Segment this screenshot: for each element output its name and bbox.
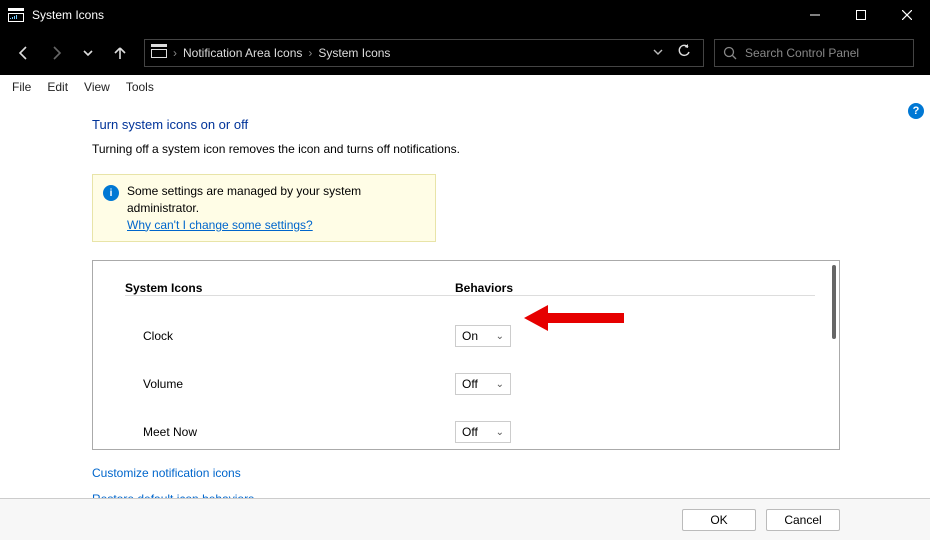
dialog-footer: OK Cancel <box>0 498 930 540</box>
info-icon: i <box>103 185 119 201</box>
column-header-behaviors: Behaviors <box>455 281 815 295</box>
search-input[interactable]: Search Control Panel <box>714 39 914 67</box>
menu-view[interactable]: View <box>76 78 118 96</box>
settings-panel: System Icons Behaviors Clock On ⌄ Volume… <box>92 260 840 450</box>
info-banner: i Some settings are managed by your syst… <box>92 174 436 242</box>
cancel-button[interactable]: Cancel <box>766 509 840 531</box>
menu-tools[interactable]: Tools <box>118 78 162 96</box>
search-placeholder: Search Control Panel <box>745 46 859 60</box>
dropdown-value: Off <box>462 377 478 391</box>
scrollbar[interactable] <box>832 265 836 339</box>
ok-button[interactable]: OK <box>682 509 756 531</box>
breadcrumb-item[interactable]: Notification Area Icons <box>183 46 302 60</box>
row-clock: Clock On ⌄ <box>125 312 815 360</box>
content-area: ? Turn system icons on or off Turning of… <box>0 99 930 506</box>
page-heading: Turn system icons on or off <box>92 117 930 132</box>
window-icon <box>8 8 24 22</box>
address-dropdown-icon[interactable] <box>647 46 669 60</box>
meet-now-behavior-dropdown[interactable]: Off ⌄ <box>455 421 511 443</box>
menu-file[interactable]: File <box>4 78 39 96</box>
search-icon <box>723 46 737 60</box>
row-label: Meet Now <box>125 425 455 439</box>
back-button[interactable] <box>8 37 40 69</box>
banner-text: Some settings are managed by your system… <box>127 183 425 217</box>
address-bar[interactable]: › Notification Area Icons › System Icons <box>144 39 704 67</box>
clock-behavior-dropdown[interactable]: On ⌄ <box>455 325 511 347</box>
address-icon <box>151 44 167 61</box>
dropdown-value: Off <box>462 425 478 439</box>
close-button[interactable] <box>884 0 930 30</box>
window-title-bar: System Icons <box>0 0 930 30</box>
column-header-system-icons: System Icons <box>125 281 455 295</box>
breadcrumb-separator-icon: › <box>308 46 312 60</box>
navigation-bar: › Notification Area Icons › System Icons… <box>0 30 930 75</box>
row-label: Volume <box>125 377 455 391</box>
recent-locations-button[interactable] <box>72 37 104 69</box>
up-button[interactable] <box>104 37 136 69</box>
maximize-button[interactable] <box>838 0 884 30</box>
row-meet-now: Meet Now Off ⌄ <box>125 408 815 456</box>
forward-button[interactable] <box>40 37 72 69</box>
chevron-down-icon: ⌄ <box>496 331 504 342</box>
menu-bar: File Edit View Tools <box>0 75 930 99</box>
row-label: Clock <box>125 329 455 343</box>
breadcrumb-item[interactable]: System Icons <box>318 46 390 60</box>
customize-link[interactable]: Customize notification icons <box>92 466 930 480</box>
window-title: System Icons <box>32 8 792 22</box>
breadcrumb-separator-icon: › <box>173 46 177 60</box>
volume-behavior-dropdown[interactable]: Off ⌄ <box>455 373 511 395</box>
page-subtext: Turning off a system icon removes the ic… <box>92 142 930 156</box>
chevron-down-icon: ⌄ <box>496 379 504 390</box>
dropdown-value: On <box>462 329 478 343</box>
minimize-button[interactable] <box>792 0 838 30</box>
row-volume: Volume Off ⌄ <box>125 360 815 408</box>
chevron-down-icon: ⌄ <box>496 427 504 438</box>
menu-edit[interactable]: Edit <box>39 78 76 96</box>
help-icon[interactable]: ? <box>908 103 924 119</box>
banner-link[interactable]: Why can't I change some settings? <box>127 217 313 234</box>
refresh-button[interactable] <box>671 44 697 61</box>
